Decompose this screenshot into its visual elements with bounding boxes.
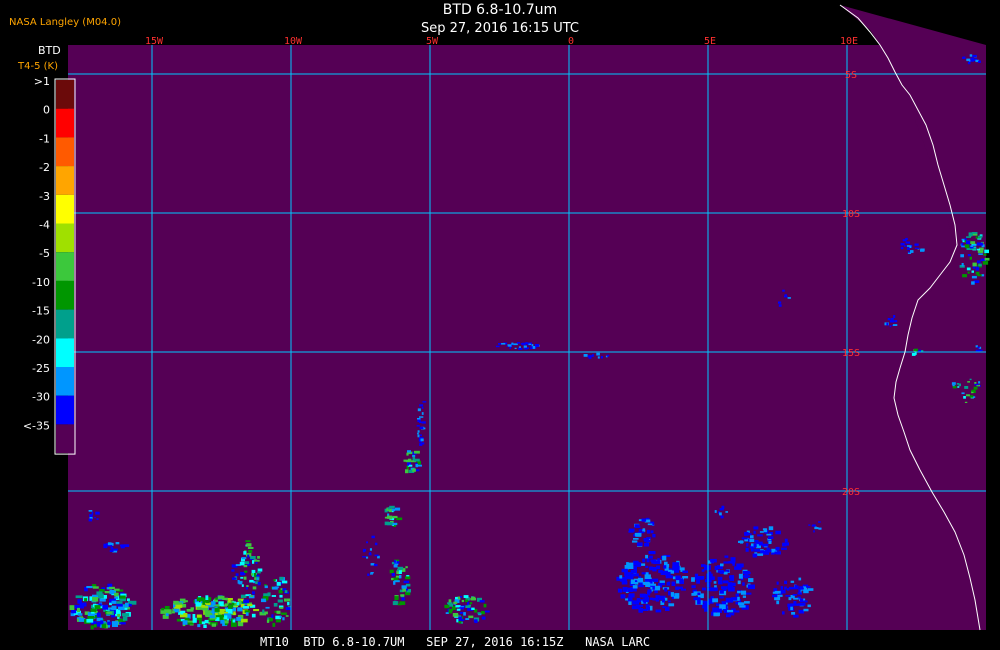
lon-label: 5W xyxy=(426,36,439,47)
legend-label: 0 xyxy=(43,104,50,117)
legend-label: -25 xyxy=(32,362,50,375)
satellite-map: 15W 10W 5W 0 5E 10E 5S 10S 15S 20S >1 0 -1 -2 -3 -4 -5 -… xyxy=(23,4,990,631)
legend-swatch xyxy=(56,424,74,454)
legend-swatch xyxy=(56,137,74,167)
legend-swatch xyxy=(56,338,74,367)
legend-label: -15 xyxy=(32,305,50,318)
lat-label: 10S xyxy=(842,209,860,220)
legend-label: <-35 xyxy=(23,419,50,432)
lat-label: 15S xyxy=(842,348,860,359)
legend-label: -30 xyxy=(32,391,50,404)
legend-swatch xyxy=(56,194,74,224)
legend-swatch xyxy=(56,280,74,310)
legend-swatch xyxy=(56,252,74,281)
legend-swatch xyxy=(56,367,74,396)
legend-swatch xyxy=(56,108,74,138)
legend-swatch xyxy=(56,223,74,253)
legend-swatch xyxy=(56,309,74,339)
legend-label: -1 xyxy=(39,132,50,145)
map-title: BTD 6.8-10.7um xyxy=(442,2,558,18)
legend-label: -4 xyxy=(39,219,50,232)
legend-units: T4-5 (K) xyxy=(18,61,58,72)
legend-label: -20 xyxy=(32,333,50,346)
lon-label: 0 xyxy=(568,36,574,47)
color-legend: >1 0 -1 -2 -3 -4 -5 -10 -15 -20 -25 -30 <-35 xyxy=(23,75,76,455)
legend-swatch xyxy=(56,80,74,109)
lon-label: 10W xyxy=(284,36,303,47)
lon-label: 5E xyxy=(704,36,716,47)
legend-label: -3 xyxy=(39,190,50,203)
legend-swatch xyxy=(56,166,74,195)
lon-label: 10E xyxy=(840,36,858,47)
legend-label: -10 xyxy=(32,276,50,289)
lat-label: 20S xyxy=(842,487,860,498)
footer-caption: MT10 BTD 6.8-10.7UM SEP 27, 2016 16:15Z … xyxy=(260,635,651,649)
lat-label: 5S xyxy=(845,70,857,81)
legend-title: BTD xyxy=(38,44,61,57)
legend-label: >1 xyxy=(34,75,50,88)
lon-label: 15W xyxy=(145,36,164,47)
legend-swatch xyxy=(56,395,74,425)
legend-label: -2 xyxy=(39,161,50,174)
map-timestamp: Sep 27, 2016 16:15 UTC xyxy=(420,21,580,36)
producer-label: NASA Langley (M04.0) xyxy=(9,17,121,28)
map-background xyxy=(68,45,986,630)
legend-label: -5 xyxy=(39,247,50,260)
